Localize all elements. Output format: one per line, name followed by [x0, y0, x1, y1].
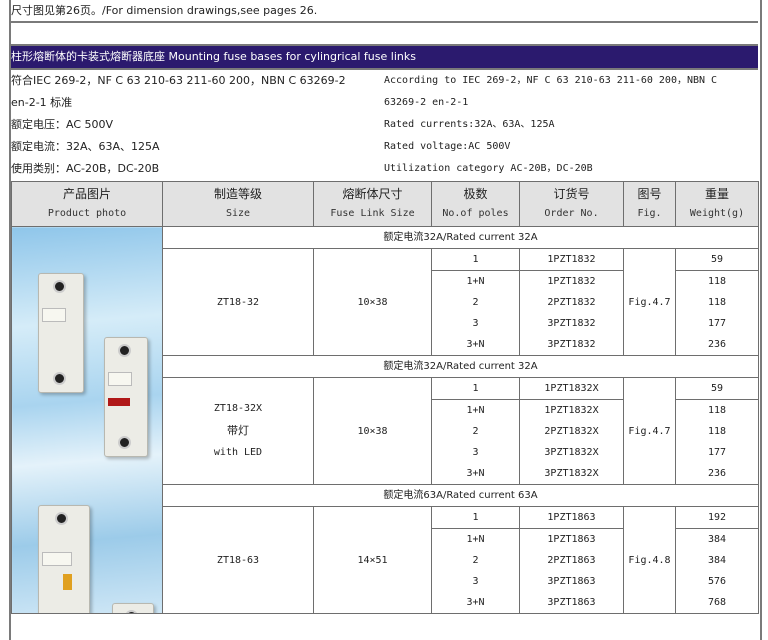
fuse-base-63a-image [112, 603, 154, 613]
weight-cell: 576 [675, 571, 759, 592]
spec-en-line: Rated currents:32A、63A、125A [384, 119, 555, 130]
fuse-link-size-cell: 10×38 [313, 248, 432, 356]
weight-cell: 384 [675, 528, 759, 550]
poles-cell: 1 [431, 506, 520, 529]
terminal-hole-icon [53, 280, 66, 293]
weight-cell: 236 [675, 334, 759, 356]
poles-cell: 1+N [431, 528, 520, 550]
poles-cell: 3 [431, 571, 520, 592]
header-fig: 图号 Fig. [623, 181, 676, 227]
size-note-cn: 带灯 [227, 424, 249, 437]
spacer-row [11, 23, 758, 46]
header-size: 制造等级 Size [162, 181, 314, 227]
weight-cell: 118 [675, 292, 759, 313]
spec-cn-line: en-2-1 标准 [11, 96, 73, 109]
fuse-link-size-cell: 14×51 [313, 506, 432, 614]
weight-cell: 59 [675, 248, 759, 271]
dimension-note: 尺寸图见第26页。/For dimension drawings,see pag… [11, 0, 758, 23]
poles-cell: 1 [431, 248, 520, 271]
poles-cell: 3+N [431, 334, 520, 356]
weight-cell: 192 [675, 506, 759, 529]
order-no-cell: 2PZT1832 [519, 292, 624, 313]
weight-cell: 118 [675, 399, 759, 421]
device-label [42, 552, 72, 566]
poles-cell: 1+N [431, 270, 520, 292]
order-no-cell: 3PZT1832X [519, 442, 624, 463]
fuse-base-led-image [104, 337, 148, 457]
spec-cn-line: 使用类别：AC-20B，DC-20B [11, 162, 160, 175]
weight-cell: 177 [675, 313, 759, 334]
poles-cell: 3+N [431, 592, 520, 614]
terminal-hole-icon [118, 436, 131, 449]
led-indicator-icon [108, 398, 130, 406]
order-no-cell: 1PZT1832 [519, 270, 624, 292]
order-no-cell: 3PZT1863 [519, 592, 624, 614]
spec-en-line: Utilization category AC-20B，DC-20B [384, 163, 593, 174]
size-cell: ZT18-63 [162, 506, 314, 614]
size-cell: ZT18-32 [162, 248, 314, 356]
fuse-link-size-cell: 10×38 [313, 377, 432, 485]
section-title-banner: 柱形熔断体的卡装式熔断器底座 Mounting fuse bases for c… [11, 46, 758, 70]
order-no-cell: 3PZT1863 [519, 571, 624, 592]
weight-cell: 59 [675, 377, 759, 400]
weight-cell: 177 [675, 442, 759, 463]
header-product-photo: 产品图片 Product photo [11, 181, 163, 227]
header-fuse-link-size: 熔断体尺寸 Fuse Link Size [313, 181, 432, 227]
header-poles: 极数 No.of poles [431, 181, 520, 227]
spec-en-line: Rated voltage:AC 500V [384, 141, 511, 152]
product-photo [11, 226, 163, 614]
order-no-cell: 2PZT1832X [519, 421, 624, 442]
spec-en-line: 63269-2 en-2-1 [384, 97, 469, 108]
group-title: 额定电流32A/Rated current 32A [162, 355, 759, 378]
weight-cell: 768 [675, 592, 759, 614]
device-label [42, 308, 66, 322]
poles-cell: 2 [431, 550, 520, 571]
spec-cn-line: 额定电压：AC 500V [11, 118, 114, 131]
terminal-hole-icon [53, 372, 66, 385]
spec-cn-line: 额定电流：32A、63A、125A [11, 140, 160, 153]
group-title-row: 额定电流32A/Rated current 32A [11, 226, 759, 614]
order-no-cell: 2PZT1863 [519, 550, 624, 571]
poles-cell: 1+N [431, 399, 520, 421]
order-no-cell: 3PZT1832 [519, 313, 624, 334]
weight-cell: 118 [675, 421, 759, 442]
poles-cell: 3 [431, 442, 520, 463]
weight-cell: 118 [675, 270, 759, 292]
fuse-base-image [38, 273, 84, 393]
device-label [108, 372, 132, 386]
group-title: 额定电流32A/Rated current 32A [162, 226, 759, 249]
weight-cell: 236 [675, 463, 759, 485]
table-header-row: 产品图片 Product photo 制造等级 Size 熔断体尺寸 Fuse Lin… [11, 181, 759, 227]
spec-en-line: According to IEC 269-2，NF C 63 210-63 21… [384, 75, 718, 86]
poles-cell: 2 [431, 421, 520, 442]
fuse-base-63a-image [38, 505, 90, 613]
terminal-hole-icon [118, 344, 131, 357]
size-cell: ZT18-32X 带灯 with LED [162, 377, 314, 485]
fig-cell: Fig.4.8 [623, 506, 676, 614]
weight-cell: 384 [675, 550, 759, 571]
order-no-cell: 1PZT1832 [519, 248, 624, 271]
spec-cn-line: 符合IEC 269-2，NF C 63 210-63 211-60 200，NB… [11, 74, 346, 87]
header-weight: 重量 Weight(g) [675, 181, 759, 227]
status-indicator-icon [63, 574, 72, 590]
product-table: 产品图片 Product photo 制造等级 Size 熔断体尺寸 Fuse Lin… [11, 181, 759, 614]
group-title: 额定电流63A/Rated current 63A [162, 484, 759, 507]
poles-cell: 2 [431, 292, 520, 313]
terminal-hole-icon [125, 610, 138, 613]
order-no-cell: 1PZT1832X [519, 377, 624, 400]
order-no-cell: 3PZT1832X [519, 463, 624, 485]
order-no-cell: 1PZT1863 [519, 506, 624, 529]
fig-cell: Fig.4.7 [623, 377, 676, 485]
size-note-en: with LED [213, 447, 263, 458]
terminal-hole-icon [55, 512, 68, 525]
poles-cell: 3+N [431, 463, 520, 485]
poles-cell: 3 [431, 313, 520, 334]
order-no-cell: 1PZT1832X [519, 399, 624, 421]
order-no-cell: 1PZT1863 [519, 528, 624, 550]
poles-cell: 1 [431, 377, 520, 400]
header-order-no: 订货号 Order No. [519, 181, 624, 227]
size-model: ZT18-32X [213, 403, 263, 414]
order-no-cell: 3PZT1832 [519, 334, 624, 356]
fig-cell: Fig.4.7 [623, 248, 676, 356]
